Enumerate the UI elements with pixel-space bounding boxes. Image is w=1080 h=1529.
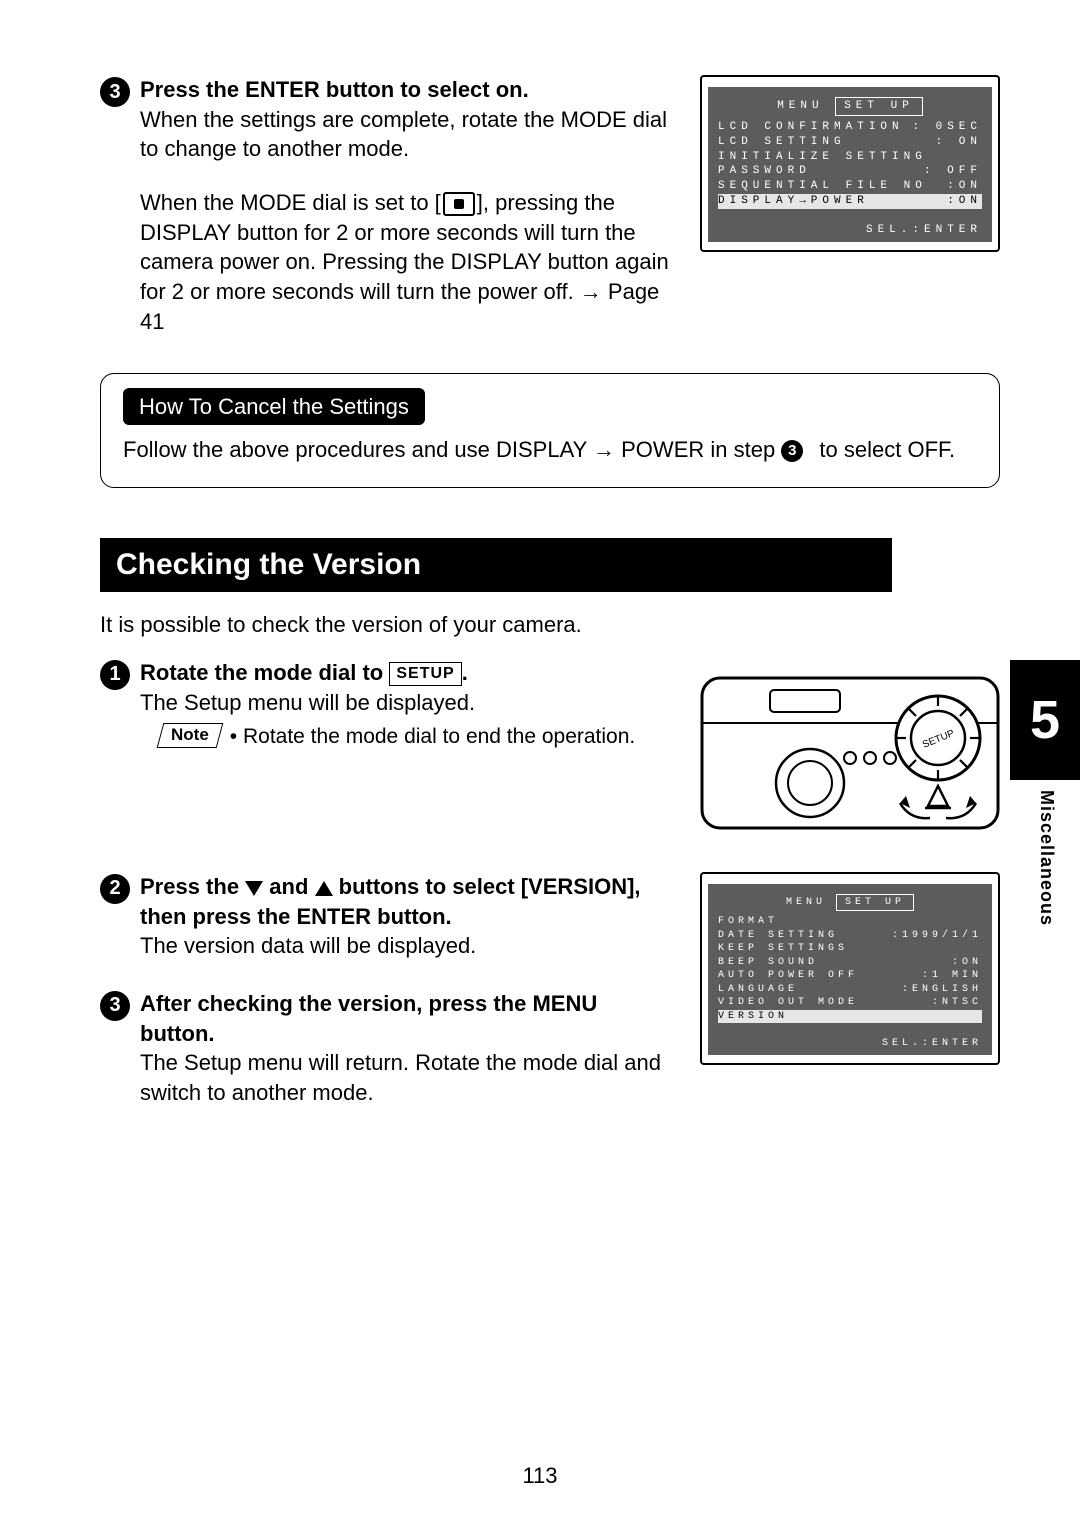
s2r4l: AUTO POWER OFF	[718, 969, 858, 983]
s1r2l: INITIALIZE SETTING	[718, 150, 927, 165]
v1-title: Rotate the mode dial to SETUP.	[140, 658, 672, 688]
screen2-title-box: SET UP	[836, 894, 914, 912]
lcd-screenshot-2: MENU SET UP FORMAT DATE SETTING :1999/1/1…	[700, 872, 1000, 1065]
upper-row: 3 Press the ENTER button to select on. W…	[100, 75, 1000, 343]
camera-icon	[443, 192, 475, 216]
s2r5l: LANGUAGE	[718, 983, 798, 997]
v2-number: 2	[100, 874, 130, 904]
s2r6l: VIDEO OUT MODE	[718, 996, 858, 1010]
triangle-up-icon	[315, 881, 333, 896]
triangle-down-icon	[245, 881, 263, 896]
v1-body: The Setup menu will be displayed.	[140, 688, 672, 718]
cancel-pill: How To Cancel the Settings	[123, 388, 425, 426]
screen1-foot: SEL.:ENTER	[718, 223, 982, 238]
camera-illustration: SETUP	[700, 658, 1000, 838]
v3-body: The Setup menu will return. Rotate the m…	[140, 1048, 672, 1107]
page-number: 113	[0, 1463, 1080, 1489]
step3-block: 3 Press the ENTER button to select on. W…	[100, 75, 672, 343]
cancel-text-b: to select OFF.	[813, 437, 955, 462]
step3-para2: When the MODE dial is set to [], pressin…	[140, 188, 672, 336]
s2r0l: FORMAT	[718, 915, 778, 929]
s2r3l: BEEP SOUND	[718, 956, 818, 970]
note-badge-text: Note	[171, 724, 209, 747]
screen1-title-box: SET UP	[835, 97, 923, 116]
manual-page: 3 Press the ENTER button to select on. W…	[0, 0, 1080, 1529]
s2r1r: :1999/1/1	[892, 929, 982, 943]
s1hl-l: DISPLAY→POWER	[718, 194, 869, 209]
step3-para2a: When the MODE dial is set to [	[140, 190, 441, 215]
s2r3r: :ON	[952, 956, 982, 970]
s1r4l: SEQUENTIAL FILE NO	[718, 179, 927, 194]
side-tab-number: 5	[1010, 660, 1080, 780]
version-step2-row: 2 Press the and buttons to select [VERSI…	[100, 872, 1000, 1114]
s2r2l: KEEP SETTINGS	[718, 942, 848, 956]
s1r3l: PASSWORD	[718, 164, 811, 179]
step3-number: 3	[100, 77, 130, 107]
side-tab: 5 Miscellaneous	[1010, 660, 1080, 926]
s1r1r: : ON	[936, 135, 982, 150]
v2-title: Press the and buttons to select [VERSION…	[140, 872, 672, 931]
cancel-inline-num: 3	[781, 440, 803, 462]
s1r0r: : 0SEC	[912, 120, 982, 135]
camera-svg-icon: SETUP	[700, 658, 1000, 833]
v2-title-b: and	[263, 874, 314, 899]
v2-title-a: Press the	[140, 874, 245, 899]
section-title: Checking the Version	[100, 538, 892, 592]
intro-text: It is possible to check the version of y…	[100, 612, 1000, 638]
s2r5r: :ENGLISH	[902, 983, 982, 997]
screen2-menu-label: MENU	[786, 897, 826, 908]
note-row: Note • Rotate the mode dial to end the o…	[160, 723, 672, 751]
v2-body: The version data will be displayed.	[140, 931, 672, 961]
s2hl-l: VERSION	[718, 1010, 788, 1024]
s1r0l: LCD CONFIRMATION	[718, 120, 904, 135]
s2r6r: :NTSC	[932, 996, 982, 1010]
s1r3r: : OFF	[924, 164, 982, 179]
version-step1-row: 1 Rotate the mode dial to SETUP. The Set…	[100, 658, 1000, 838]
v1-title-b: .	[462, 660, 468, 685]
screen2-foot: SEL.:ENTER	[718, 1037, 982, 1051]
v1-number: 1	[100, 660, 130, 690]
cancel-text: Follow the above procedures and use DISP…	[123, 435, 977, 465]
s2r1l: DATE SETTING	[718, 929, 838, 943]
side-tab-label: Miscellaneous	[1010, 780, 1057, 926]
v3-title: After checking the version, press the ME…	[140, 989, 672, 1048]
screen1-menu-label: MENU	[777, 100, 823, 112]
cancel-text-a: Follow the above procedures and use DISP…	[123, 437, 781, 462]
setup-box-label: SETUP	[389, 662, 461, 686]
cancel-settings-box: How To Cancel the Settings Follow the ab…	[100, 373, 1000, 488]
s1r4r: :ON	[947, 179, 982, 194]
note-badge: Note	[157, 723, 223, 748]
s1r1l: LCD SETTING	[718, 135, 846, 150]
note-text: • Rotate the mode dial to end the operat…	[230, 723, 635, 751]
lcd-screenshot-1: MENU SET UP LCD CONFIRMATION : 0SEC LCD S…	[700, 75, 1000, 343]
s2r4r: :1 MIN	[922, 969, 982, 983]
v1-title-a: Rotate the mode dial to	[140, 660, 389, 685]
v3-number: 3	[100, 991, 130, 1021]
step3-title: Press the ENTER button to select on.	[140, 75, 672, 105]
s1hl-r: :ON	[947, 194, 982, 209]
step3-para1: When the settings are complete, rotate t…	[140, 105, 672, 164]
